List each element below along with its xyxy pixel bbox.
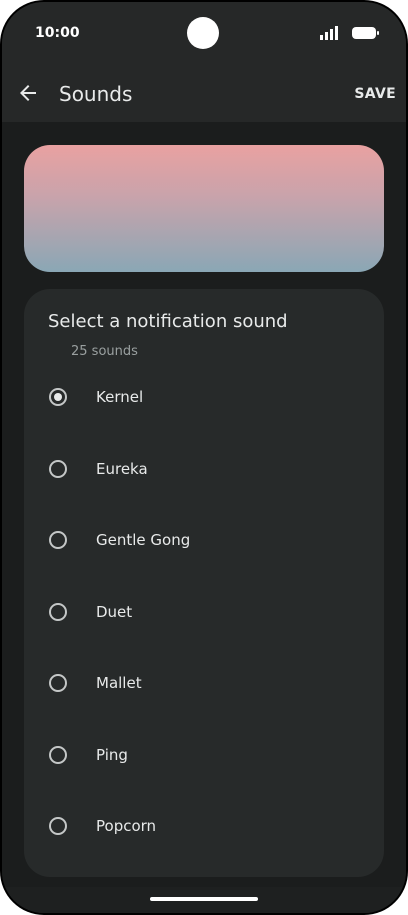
card-title: Select a notification sound	[48, 311, 288, 332]
radio-button-checked[interactable]	[49, 388, 67, 406]
status-bar: 10:00	[2, 2, 406, 64]
home-gesture-handle[interactable]	[150, 897, 258, 901]
sound-count: 25 sounds	[71, 344, 138, 359]
page-title: Sounds	[59, 82, 133, 106]
sound-option-label: Duet	[96, 602, 133, 621]
sound-list: Kernel Eureka Gentle Gong Duet Mallet Pi…	[24, 375, 384, 876]
radio-button[interactable]	[49, 745, 67, 764]
radio-button[interactable]	[49, 531, 67, 549]
screen: 10:00 Sounds SAVE Select a notification …	[2, 2, 406, 913]
radio-button[interactable]	[49, 817, 67, 835]
sound-option-gentle-gong[interactable]: Gentle Gong	[24, 518, 384, 590]
sound-option-label: Kernel	[96, 388, 144, 406]
radio-button[interactable]	[49, 674, 67, 692]
sound-option-label: Mallet	[96, 674, 142, 692]
app-bar: Sounds SAVE	[2, 64, 406, 122]
sound-option-label: Ping	[96, 745, 128, 764]
save-button[interactable]: SAVE	[354, 86, 396, 102]
sound-preview-banner	[24, 145, 384, 272]
arrow-back-icon[interactable]	[16, 81, 40, 105]
sound-option-ping[interactable]: Ping	[24, 733, 384, 805]
navigation-bar	[2, 887, 406, 913]
sound-option-label: Popcorn	[96, 817, 157, 835]
status-time: 10:00	[35, 25, 80, 41]
sound-option-kernel[interactable]: Kernel	[24, 375, 384, 447]
sound-option-popcorn[interactable]: Popcorn	[24, 804, 384, 876]
sound-option-eureka[interactable]: Eureka	[24, 447, 384, 519]
signal-icon	[320, 26, 338, 40]
camera-cutout	[187, 17, 219, 49]
main-content: Select a notification sound 25 sounds Ke…	[2, 122, 406, 887]
sound-option-duet[interactable]: Duet	[24, 590, 384, 662]
radio-button[interactable]	[49, 459, 67, 478]
radio-button[interactable]	[49, 602, 67, 621]
phone-frame: 10:00 Sounds SAVE Select a notification …	[0, 0, 408, 915]
battery-icon	[352, 27, 379, 39]
sound-option-label: Gentle Gong	[96, 531, 191, 549]
sound-selection-card: Select a notification sound 25 sounds Ke…	[24, 289, 384, 877]
sound-option-mallet[interactable]: Mallet	[24, 661, 384, 733]
sound-option-label: Eureka	[96, 459, 148, 478]
